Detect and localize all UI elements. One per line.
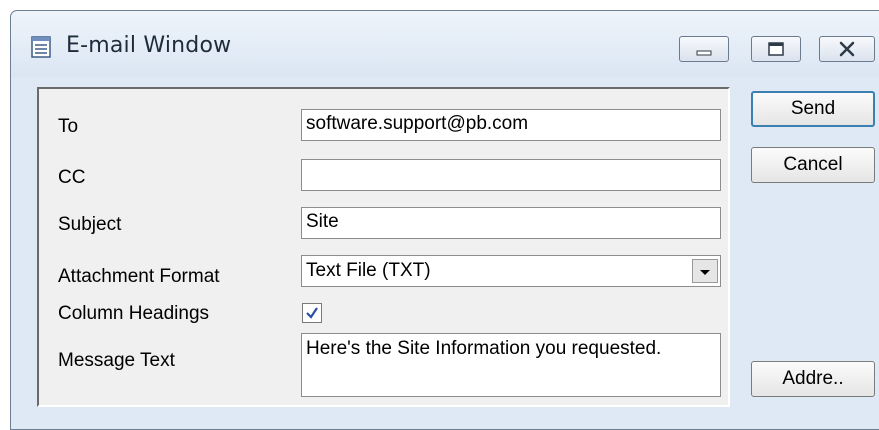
attachment-format-select[interactable]: Text File (TXT) xyxy=(301,255,721,287)
document-window-icon xyxy=(31,36,51,58)
dropdown-arrow-button[interactable] xyxy=(692,259,718,283)
cc-field[interactable] xyxy=(301,159,721,191)
maximize-button[interactable] xyxy=(751,36,801,62)
chevron-down-icon xyxy=(700,270,710,275)
message-text-label: Message Text xyxy=(58,350,175,371)
cancel-button[interactable]: Cancel xyxy=(751,147,875,183)
column-headings-checkbox[interactable] xyxy=(302,303,322,323)
minimize-icon xyxy=(696,50,712,56)
subject-label: Subject xyxy=(58,214,122,235)
column-headings-label: Column Headings xyxy=(58,303,210,324)
email-window: E-mail Window To software.support@pb.com… xyxy=(10,10,879,430)
title-bar[interactable]: E-mail Window xyxy=(11,11,879,77)
subject-field[interactable]: Site xyxy=(301,207,721,239)
attachment-format-value: Text File (TXT) xyxy=(306,260,431,281)
send-button[interactable]: Send xyxy=(751,91,875,127)
window-title: E-mail Window xyxy=(66,33,232,58)
close-icon xyxy=(839,41,855,57)
checkmark-icon xyxy=(306,307,318,319)
cc-label: CC xyxy=(58,167,86,188)
email-form-panel: To software.support@pb.com CC Subject Si… xyxy=(37,87,730,407)
address-button[interactable]: Addre.. xyxy=(751,361,875,397)
to-field[interactable]: software.support@pb.com xyxy=(301,109,721,141)
message-text-area[interactable]: Here's the Site Information you requeste… xyxy=(301,333,721,397)
maximize-icon xyxy=(768,42,784,56)
attachment-format-label: Attachment Format xyxy=(58,266,220,287)
close-button[interactable] xyxy=(819,36,875,62)
to-label: To xyxy=(58,116,79,137)
minimize-button[interactable] xyxy=(679,36,729,62)
